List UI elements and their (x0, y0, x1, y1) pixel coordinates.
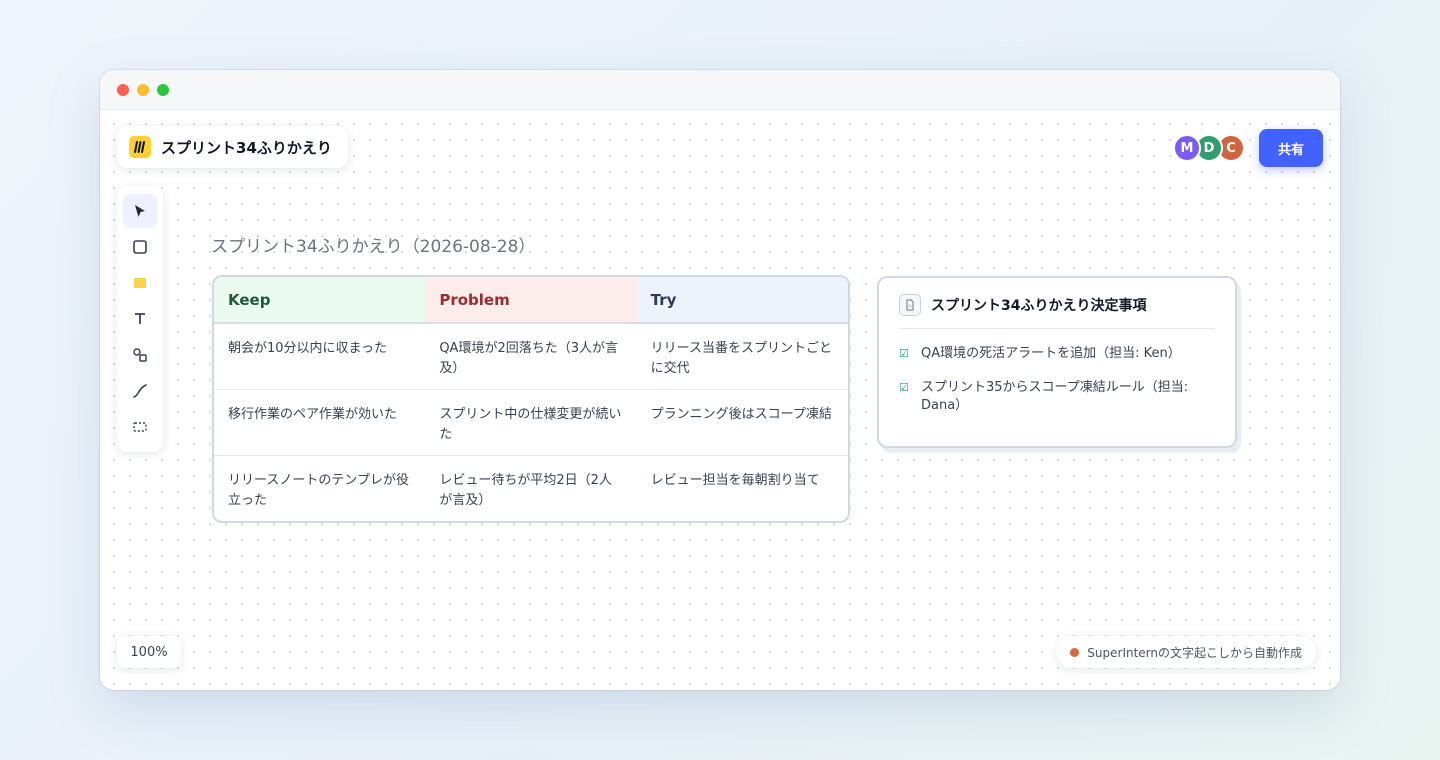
status-dot-icon (1070, 647, 1080, 657)
text-icon (135, 313, 145, 324)
zoom-level[interactable]: 100% (117, 636, 181, 668)
table-cell[interactable]: スプリント中の仕様変更が続いた (425, 390, 636, 455)
table-cell[interactable]: レビュー待ちが平均2日（2人が言及） (425, 456, 636, 521)
share-button[interactable]: 共有 (1259, 129, 1323, 167)
table-row: 移行作業のペア作業が効いた スプリント中の仕様変更が続いた プランニング後はスコープ… (214, 390, 848, 456)
frame-tool[interactable] (123, 410, 157, 444)
table-cell[interactable]: QA環境が2回落ちた（3人が言及） (425, 324, 636, 389)
square-icon (133, 240, 147, 254)
sticky-note-tool[interactable] (123, 266, 157, 300)
sticky-note-icon (134, 278, 146, 288)
avatar[interactable]: M (1173, 134, 1201, 162)
table-cell[interactable]: リリースノートのテンプレが役立った (214, 456, 425, 521)
table-cell[interactable]: プランニング後はスコープ凍結 (637, 390, 848, 455)
shape-tool[interactable] (123, 230, 157, 264)
miro-logo-icon (129, 136, 151, 158)
connector-tool[interactable] (123, 338, 157, 372)
left-toolbar (117, 186, 163, 452)
checkbox-icon[interactable]: ☑ (899, 345, 911, 363)
decisions-header: スプリント34ふりかえり決定事項 (899, 294, 1215, 329)
cursor-icon (135, 205, 145, 217)
board-title-chip[interactable]: スプリント34ふりかえり (117, 126, 348, 168)
list-item: ☑ QA環境の死活アラートを追加（担当: Ken） (899, 345, 1215, 363)
select-tool[interactable] (123, 194, 157, 228)
pen-line-icon (133, 384, 147, 398)
board-canvas[interactable]: スプリント34ふりかえり MDC 共有 スプリント34ふりかえり（2026-08… (100, 110, 1340, 690)
window-minimize-button[interactable] (137, 83, 149, 96)
top-right-controls: MDC 共有 (1173, 129, 1323, 167)
title-bar (100, 70, 1340, 110)
checkbox-icon[interactable]: ☑ (899, 379, 911, 415)
kpt-table[interactable]: Keep Problem Try 朝会が10分以内に収まった QA環境が2回落ちた（3… (212, 275, 850, 523)
table-cell[interactable]: リリース当番をスプリントごとに交代 (637, 324, 848, 389)
window-maximize-button[interactable] (157, 83, 169, 96)
kpt-header-keep: Keep (214, 277, 426, 322)
frame-icon (133, 422, 147, 432)
decisions-card[interactable]: スプリント34ふりかえり決定事項 ☑ QA環境の死活アラートを追加（担当: Ken… (877, 276, 1237, 448)
text-tool[interactable] (123, 302, 157, 336)
table-cell[interactable]: 移行作業のペア作業が効いた (214, 390, 425, 455)
window-close-button[interactable] (117, 83, 129, 96)
table-row: リリースノートのテンプレが役立った レビュー待ちが平均2日（2人が言及） レビュー担… (214, 456, 848, 521)
decision-text: スプリント35からスコープ凍結ルール（担当: Dana） (921, 380, 1189, 413)
table-cell[interactable]: 朝会が10分以内に収まった (214, 324, 425, 389)
board-title: スプリント34ふりかえり (161, 138, 332, 157)
auto-generated-note: SuperInternの文字起こしから自動作成 (1056, 636, 1316, 668)
table-row: 朝会が10分以内に収まった QA環境が2回落ちた（3人が言及） リリース当番をスプリ… (214, 324, 848, 390)
decisions-title: スプリント34ふりかえり決定事項 (931, 298, 1147, 314)
shapes-icon (133, 348, 147, 362)
collaborator-avatars: MDC (1173, 134, 1245, 162)
kpt-header-try: Try (636, 277, 848, 322)
decision-text: QA環境の死活アラートを追加（担当: Ken） (921, 346, 1181, 361)
auto-generated-note-text: SuperInternの文字起こしから自動作成 (1087, 645, 1302, 660)
table-cell[interactable]: レビュー担当を毎朝割り当て (637, 456, 848, 521)
frame-title: スプリント34ふりかえり（2026-08-28） (211, 237, 536, 257)
kpt-header-row: Keep Problem Try (214, 277, 848, 324)
kpt-header-problem: Problem (425, 277, 637, 322)
kpt-body: 朝会が10分以内に収まった QA環境が2回落ちた（3人が言及） リリース当番をスプリ… (214, 324, 848, 521)
pen-tool[interactable] (123, 374, 157, 408)
decision-list: ☑ QA環境の死活アラートを追加（担当: Ken） ☑ スプリント35からスコープ凍結… (899, 345, 1215, 415)
app-window: スプリント34ふりかえり MDC 共有 スプリント34ふりかえり（2026-08… (100, 70, 1340, 690)
list-item: ☑ スプリント35からスコープ凍結ルール（担当: Dana） (899, 379, 1215, 415)
document-icon (899, 294, 921, 316)
